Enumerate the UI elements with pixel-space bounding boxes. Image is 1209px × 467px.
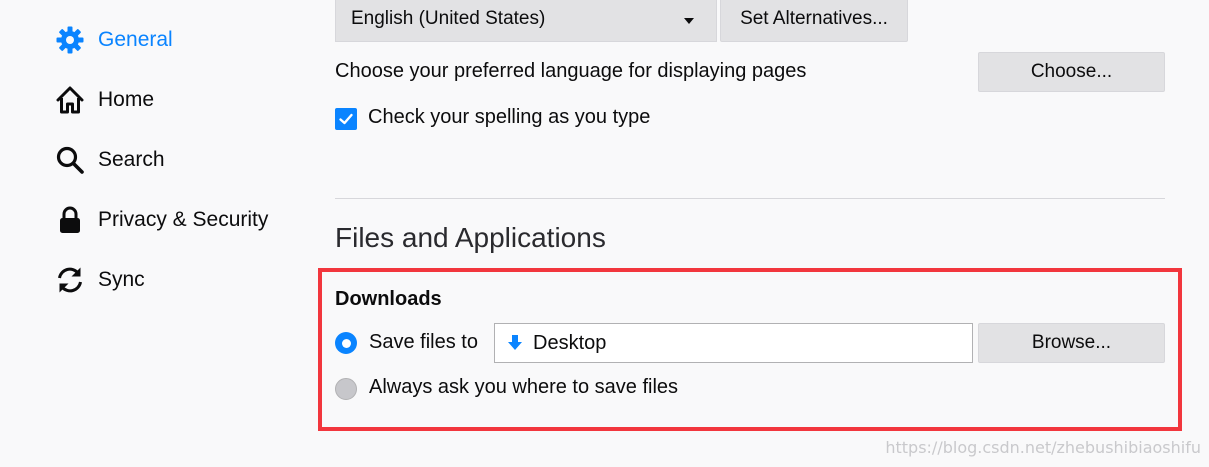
lock-icon: [54, 204, 86, 236]
search-icon: [54, 144, 86, 176]
main-content: English (United States) Set Alternatives…: [318, 0, 1209, 467]
choose-language-button[interactable]: Choose...: [978, 52, 1165, 92]
sidebar-item-general[interactable]: General: [54, 20, 173, 60]
sidebar-item-label: Home: [98, 88, 155, 111]
language-select-value: English (United States): [351, 8, 546, 29]
sidebar-item-label: General: [98, 28, 173, 51]
sidebar-item-home[interactable]: Home: [54, 80, 154, 120]
language-pages-label: Choose your preferred language for displ…: [335, 60, 807, 82]
language-select[interactable]: English (United States): [335, 0, 717, 42]
sidebar-item-label: Sync: [98, 268, 145, 291]
sidebar-item-label: Privacy & Security: [98, 208, 269, 231]
spelling-checkbox[interactable]: [335, 108, 357, 130]
sync-icon: [54, 264, 86, 296]
download-path-field[interactable]: Desktop: [494, 323, 973, 363]
set-alternatives-label: Set Alternatives...: [740, 8, 888, 29]
download-arrow-icon: [508, 335, 522, 350]
download-path-value: Desktop: [533, 331, 607, 354]
chevron-down-icon: [684, 18, 694, 24]
sidebar: General Home Search Privacy & Security S…: [0, 0, 320, 467]
watermark-text: https://blog.csdn.net/zhebushibiaoshifu: [885, 438, 1201, 457]
always-ask-label: Always ask you where to save files: [369, 376, 679, 398]
downloads-title: Downloads: [335, 288, 442, 310]
sidebar-item-sync[interactable]: Sync: [54, 260, 145, 300]
sidebar-item-label: Search: [98, 148, 165, 171]
radio-dot: [341, 338, 351, 348]
browse-button[interactable]: Browse...: [978, 323, 1165, 363]
checkmark-icon: [339, 113, 353, 125]
spelling-label: Check your spelling as you type: [368, 106, 651, 128]
always-ask-radio[interactable]: [335, 378, 357, 400]
browse-button-label: Browse...: [1031, 332, 1112, 353]
files-applications-title: Files and Applications: [335, 222, 606, 253]
sidebar-item-privacy-security[interactable]: Privacy & Security: [54, 200, 268, 240]
sidebar-item-search[interactable]: Search: [54, 140, 165, 180]
gear-icon: [54, 24, 86, 56]
choose-button-label: Choose...: [1030, 61, 1113, 82]
set-alternatives-button[interactable]: Set Alternatives...: [720, 0, 908, 42]
home-icon: [54, 84, 86, 116]
section-divider: [335, 198, 1165, 199]
save-files-label: Save files to: [369, 331, 478, 353]
save-files-radio[interactable]: [335, 332, 357, 354]
